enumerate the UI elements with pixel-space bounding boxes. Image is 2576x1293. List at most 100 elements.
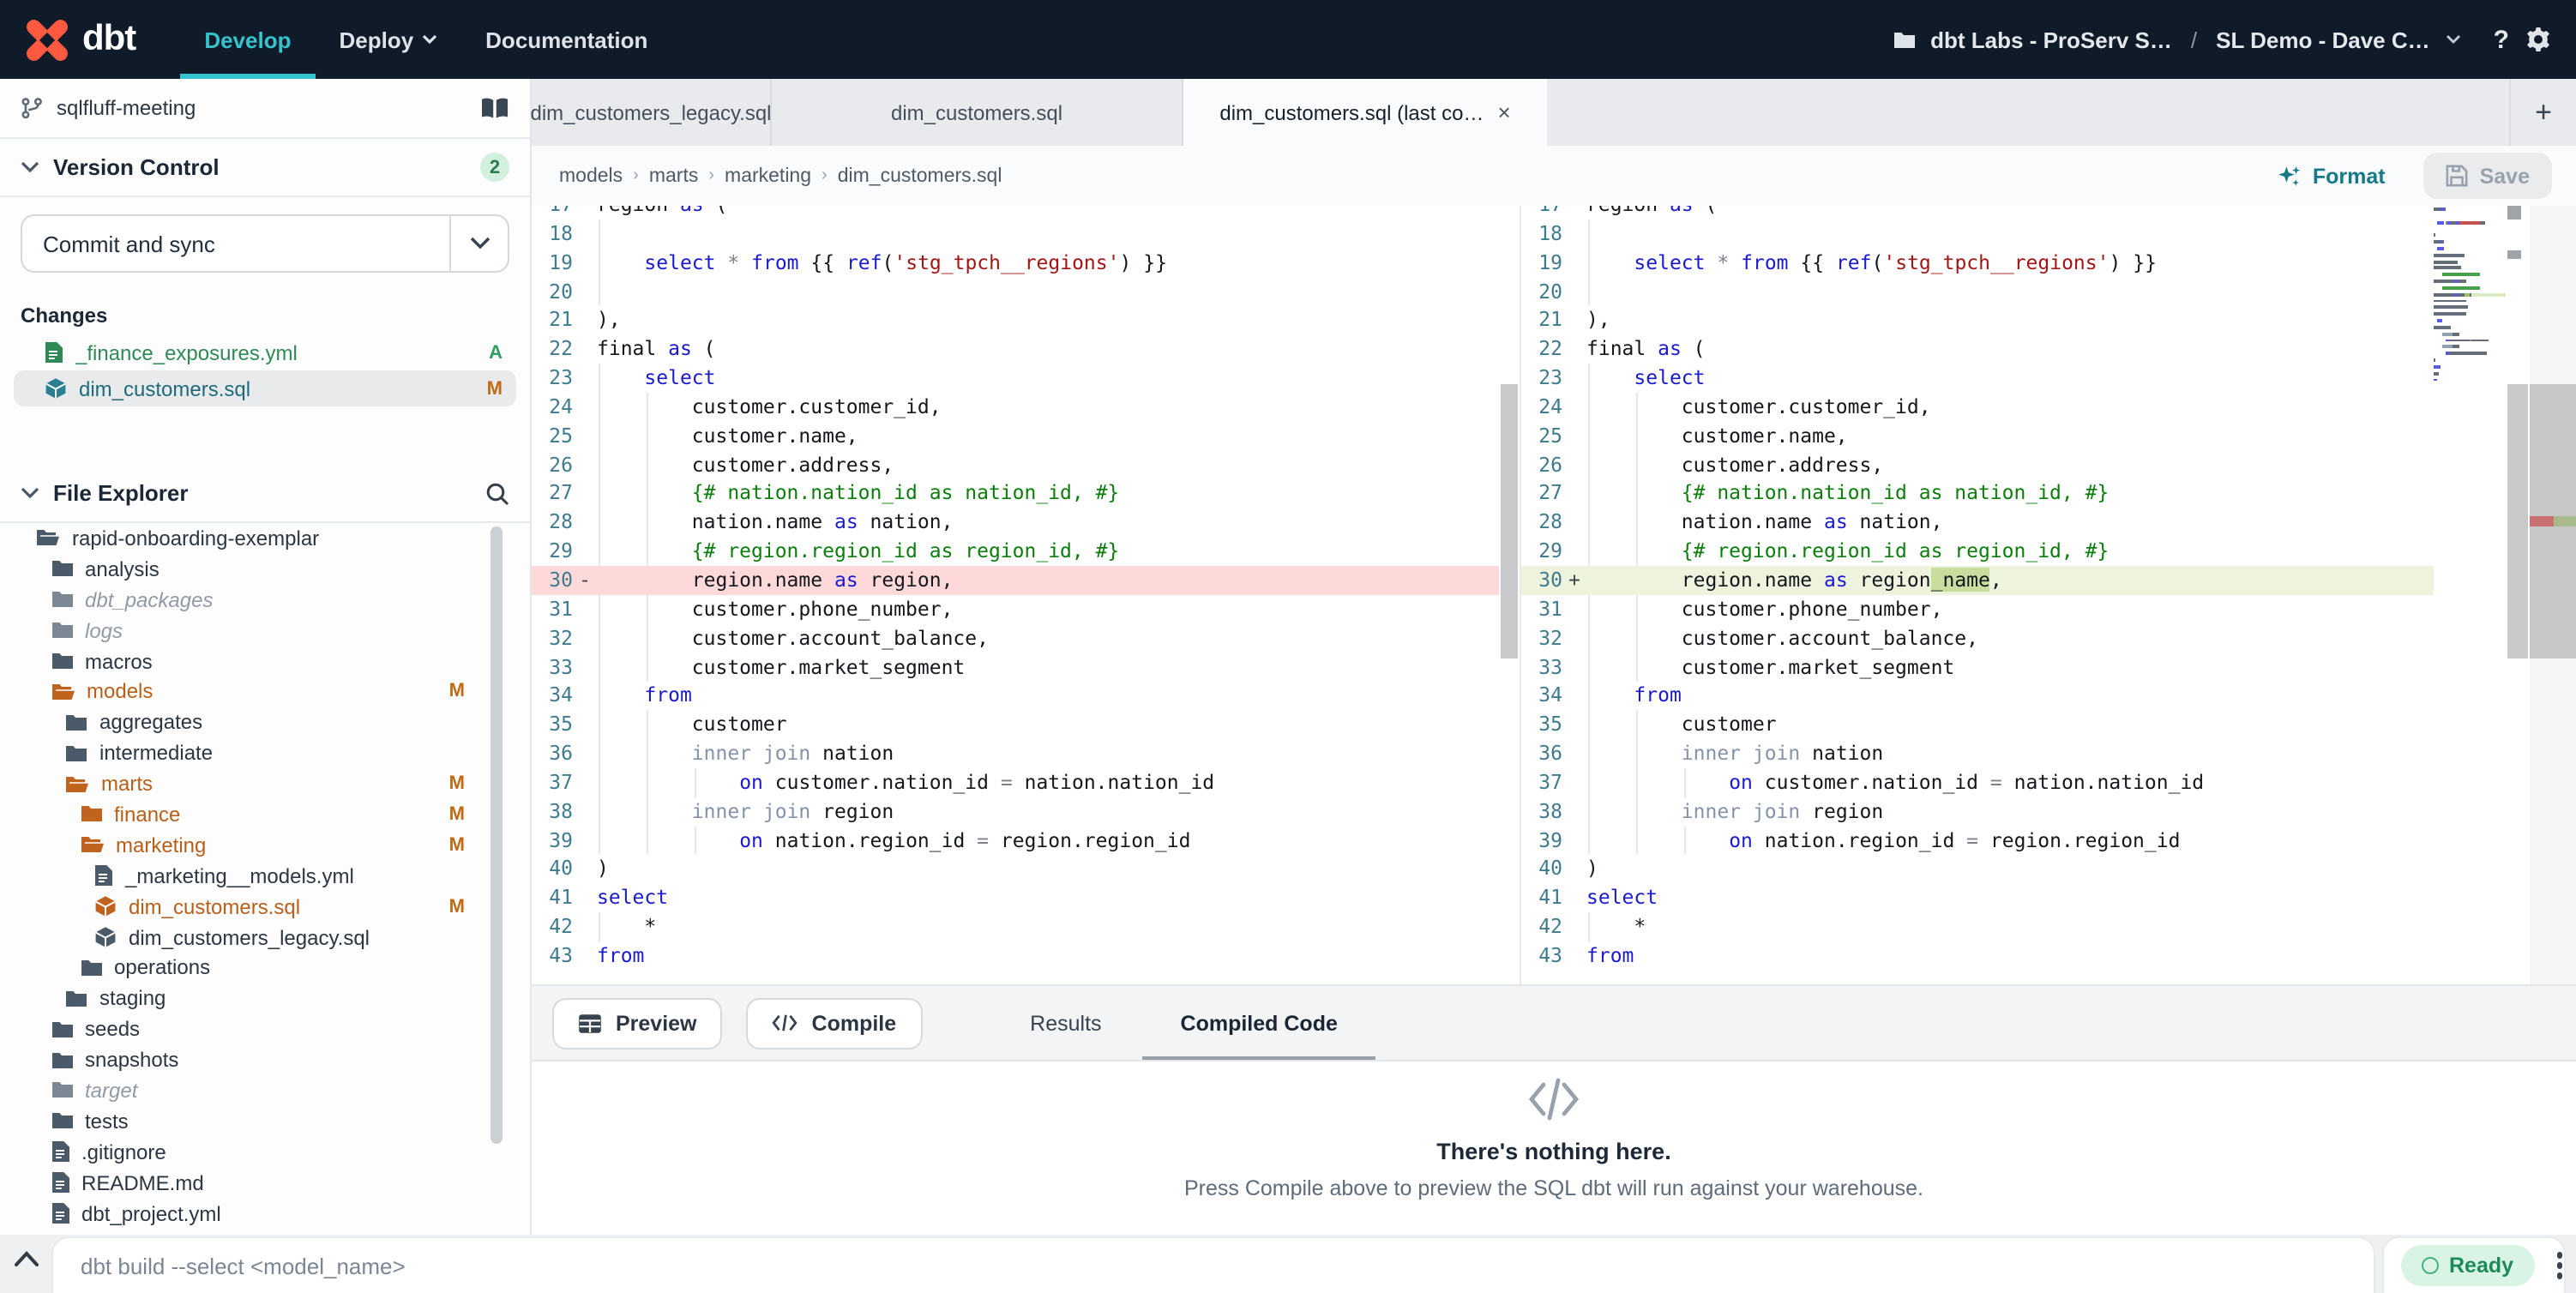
- diff-pane-modified[interactable]: 17region as (1819 select * from {{ ref('…: [1520, 206, 2576, 984]
- tree-item-dbt-project-yml[interactable]: dbt_project.yml: [0, 1198, 530, 1229]
- editor-tab-1[interactable]: dim_customers.sql: [772, 79, 1183, 146]
- tree-item-dim-customers-sql[interactable]: dim_customers.sqlM: [0, 891, 530, 922]
- code-line-38[interactable]: 38 inner join region: [1521, 797, 2576, 826]
- account-name[interactable]: dbt Labs - ProServ S…: [1930, 27, 2172, 52]
- left-pane-scrollbar[interactable]: [1499, 206, 1520, 984]
- tree-item-marts[interactable]: martsM: [0, 768, 530, 799]
- code-line-22[interactable]: 22final as (: [1521, 334, 2576, 364]
- sidebar-scrollbar[interactable]: [491, 526, 503, 1144]
- minimap[interactable]: [2434, 206, 2506, 984]
- editor-tab-0[interactable]: dim_customers_legacy.sql: [532, 79, 772, 146]
- new-tab-button[interactable]: +: [2509, 79, 2576, 146]
- preview-button[interactable]: Preview: [552, 997, 723, 1049]
- command-input[interactable]: dbt build --select <model_name>: [51, 1236, 2375, 1293]
- code-line-30[interactable]: 30- region.name as region,: [532, 566, 1499, 595]
- code-line-26[interactable]: 26 customer.address,: [532, 450, 1499, 479]
- tree-item-staging[interactable]: staging: [0, 983, 530, 1014]
- project-chevron-down-icon[interactable]: [2446, 34, 2461, 45]
- commit-options-button[interactable]: [449, 216, 508, 271]
- code-line-29[interactable]: 29 {# region.region_id as region_id, #}: [1521, 537, 2576, 566]
- bottom-tab-results[interactable]: Results: [1020, 986, 1111, 1060]
- code-line-39[interactable]: 39 on nation.region_id = region.region_i…: [1521, 826, 2576, 855]
- save-button[interactable]: Save: [2423, 153, 2552, 199]
- code-line-42[interactable]: 42 *: [1521, 912, 2576, 941]
- tree-item-macros[interactable]: macros: [0, 646, 530, 677]
- code-line-21[interactable]: 21),: [1521, 306, 2576, 335]
- change-row[interactable]: _finance_exposures.ymlA: [14, 334, 516, 370]
- breadcrumb-item[interactable]: marts: [649, 165, 699, 186]
- tree-item-intermediate[interactable]: intermediate: [0, 737, 530, 768]
- code-line-26[interactable]: 26 customer.address,: [1521, 450, 2576, 479]
- code-line-27[interactable]: 27 {# nation.nation_id as nation_id, #}: [1521, 479, 2576, 508]
- code-line-41[interactable]: 41select: [1521, 884, 2576, 913]
- code-line-40[interactable]: 40): [1521, 855, 2576, 884]
- code-line-37[interactable]: 37 on customer.nation_id = nation.nation…: [532, 768, 1499, 797]
- nav-documentation[interactable]: Documentation: [485, 0, 647, 79]
- code-line-42[interactable]: 42 *: [532, 912, 1499, 941]
- code-line-31[interactable]: 31 customer.phone_number,: [532, 595, 1499, 624]
- code-line-25[interactable]: 25 customer.name,: [1521, 422, 2576, 451]
- code-line-30[interactable]: 30+ region.name as region_name,: [1521, 566, 2576, 595]
- code-line-43[interactable]: 43from: [532, 941, 1499, 971]
- tree-item-rapid-onboarding-exemplar[interactable]: rapid-onboarding-exemplar: [0, 523, 530, 554]
- tree-item-marketing[interactable]: marketingM: [0, 830, 530, 861]
- code-line-36[interactable]: 36 inner join nation: [1521, 739, 2576, 768]
- tree-item-finance[interactable]: financeM: [0, 799, 530, 830]
- version-control-header[interactable]: Version Control 2: [0, 139, 530, 197]
- code-line-33[interactable]: 33 customer.market_segment: [532, 653, 1499, 682]
- code-line-43[interactable]: 43from: [1521, 941, 2576, 971]
- code-line-29[interactable]: 29 {# region.region_id as region_id, #}: [532, 537, 1499, 566]
- breadcrumb-item[interactable]: dim_customers.sql: [838, 165, 1002, 186]
- code-line-20[interactable]: 20: [532, 277, 1499, 306]
- code-line-21[interactable]: 21),: [532, 306, 1499, 335]
- nav-develop[interactable]: Develop: [204, 0, 291, 79]
- change-row[interactable]: dim_customers.sqlM: [14, 370, 516, 406]
- tree-item-target[interactable]: target: [0, 1075, 530, 1106]
- tree-item-dbt-packages[interactable]: dbt_packages: [0, 585, 530, 616]
- code-line-34[interactable]: 34 from: [532, 682, 1499, 711]
- project-name[interactable]: SL Demo - Dave C…: [2216, 27, 2430, 52]
- right-pane-scrollbar[interactable]: [2506, 206, 2530, 984]
- code-line-22[interactable]: 22final as (: [532, 334, 1499, 364]
- diff-editor[interactable]: 17region as (1819 select * from {{ ref('…: [532, 206, 2576, 984]
- breadcrumb-item[interactable]: models: [559, 165, 623, 186]
- code-line-18[interactable]: 18: [1521, 220, 2576, 249]
- tree-item--gitignore[interactable]: .gitignore: [0, 1137, 530, 1168]
- code-line-19[interactable]: 19 select * from {{ ref('stg_tpch__regio…: [532, 248, 1499, 277]
- breadcrumb-item[interactable]: marketing: [725, 165, 811, 186]
- code-line-36[interactable]: 36 inner join nation: [532, 739, 1499, 768]
- tree-item-readme-md[interactable]: README.md: [0, 1167, 530, 1198]
- code-line-28[interactable]: 28 nation.name as nation,: [1521, 508, 2576, 538]
- gear-icon[interactable]: [2525, 26, 2552, 53]
- code-line-17[interactable]: 17region as (: [1521, 206, 2576, 220]
- tree-item-tests[interactable]: tests: [0, 1106, 530, 1137]
- code-line-27[interactable]: 27 {# nation.nation_id as nation_id, #}: [532, 479, 1499, 508]
- tree-item-analysis[interactable]: analysis: [0, 554, 530, 585]
- tree-item-snapshots[interactable]: snapshots: [0, 1044, 530, 1075]
- code-line-35[interactable]: 35 customer: [1521, 710, 2576, 739]
- commit-and-sync-button[interactable]: Commit and sync: [21, 214, 509, 273]
- code-line-41[interactable]: 41select: [532, 884, 1499, 913]
- code-line-28[interactable]: 28 nation.name as nation,: [532, 508, 1499, 538]
- compile-button[interactable]: Compile: [747, 997, 923, 1049]
- code-line-24[interactable]: 24 customer.customer_id,: [532, 393, 1499, 422]
- tree-item-aggregates[interactable]: aggregates: [0, 707, 530, 738]
- code-line-35[interactable]: 35 customer: [532, 710, 1499, 739]
- code-line-32[interactable]: 32 customer.account_balance,: [532, 623, 1499, 653]
- code-line-39[interactable]: 39 on nation.region_id = region.region_i…: [532, 826, 1499, 855]
- code-line-40[interactable]: 40): [532, 855, 1499, 884]
- code-line-34[interactable]: 34 from: [1521, 682, 2576, 711]
- docs-book-icon[interactable]: [480, 97, 509, 119]
- tree-item-models[interactable]: modelsM: [0, 677, 530, 707]
- tree-item--marketing-models-yml[interactable]: _marketing__models.yml: [0, 861, 530, 892]
- code-line-23[interactable]: 23 select: [1521, 364, 2576, 393]
- diff-overview-ruler[interactable]: [2530, 206, 2576, 984]
- help-icon[interactable]: ?: [2494, 25, 2509, 54]
- diff-pane-original[interactable]: 17region as (1819 select * from {{ ref('…: [532, 206, 1499, 984]
- code-line-19[interactable]: 19 select * from {{ ref('stg_tpch__regio…: [1521, 248, 2576, 277]
- tree-item-operations[interactable]: operations: [0, 953, 530, 983]
- code-line-23[interactable]: 23 select: [532, 364, 1499, 393]
- editor-tab-2[interactable]: dim_customers.sql (last co…×: [1183, 79, 1547, 146]
- branch-selector[interactable]: sqlfluff-meeting: [0, 79, 530, 139]
- bottom-tab-compiled-code[interactable]: Compiled Code: [1171, 986, 1348, 1060]
